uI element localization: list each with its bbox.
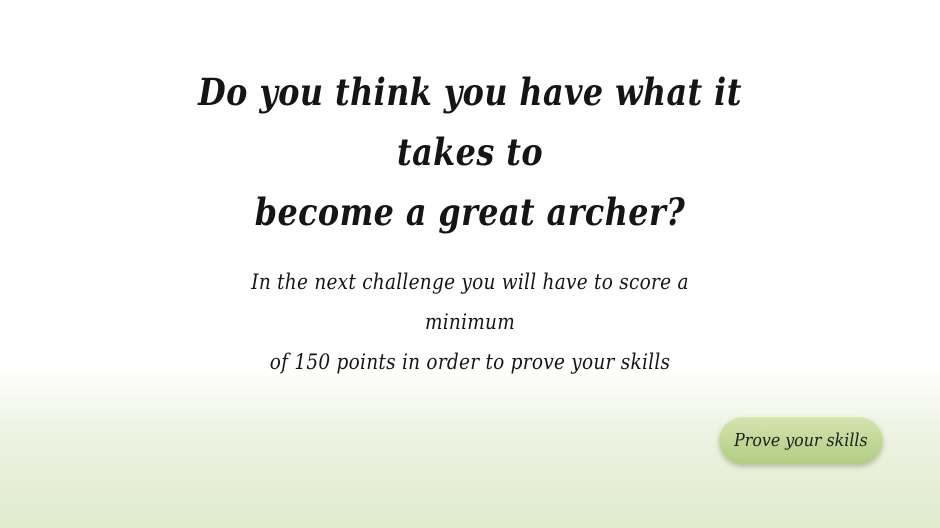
- challenge-headline: Do you think you have what it takes to b…: [169, 62, 771, 242]
- challenge-description: In the next challenge you will have to s…: [206, 262, 734, 382]
- headline-line-1: Do you think you have what it takes to: [198, 70, 742, 174]
- headline-line-2: become a great archer?: [254, 190, 686, 234]
- challenge-intro-screen: Do you think you have what it takes to b…: [0, 0, 940, 528]
- description-line-1: In the next challenge you will have to s…: [251, 270, 689, 334]
- prove-your-skills-button[interactable]: Prove your skills: [719, 416, 883, 464]
- prove-button-label: Prove your skills: [734, 429, 868, 451]
- description-line-2: of 150 points in order to prove your ski…: [269, 350, 671, 374]
